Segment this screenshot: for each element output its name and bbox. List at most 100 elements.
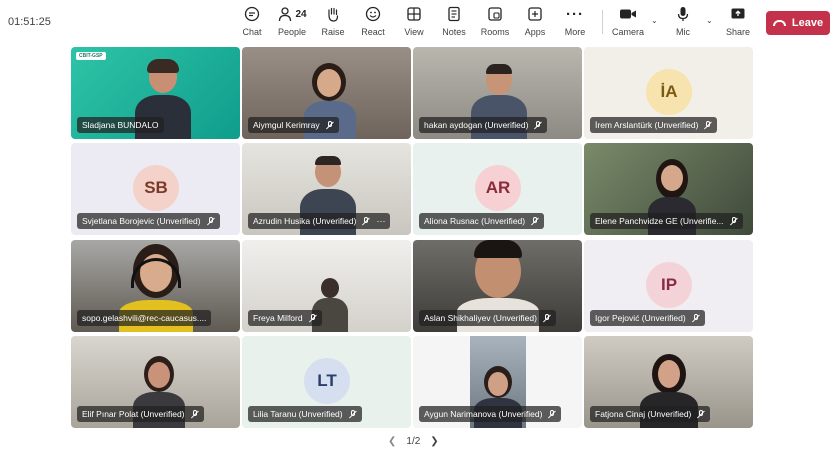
muted-mic-icon (531, 216, 539, 226)
participant-name-tag: hakan aydogan (Unverified) (419, 117, 548, 133)
participant-tile[interactable]: hakan aydogan (Unverified) (413, 47, 582, 139)
raise-hand-button[interactable]: Raise (313, 4, 353, 42)
participant-avatar: AR (475, 165, 521, 211)
muted-mic-icon (692, 313, 700, 323)
notes-label: Notes (442, 27, 466, 37)
participant-name-tag: Freya Milford (248, 310, 322, 326)
apps-plus-icon (527, 4, 543, 24)
participant-name-tag: Elene Panchvidze GE (Unverifie... (590, 213, 743, 229)
participant-tile[interactable]: Fatjona Cinaj (Unverified) (584, 336, 753, 428)
camera-label: Camera (611, 27, 644, 37)
participant-tile[interactable]: sopo.gelashvili@rec-caucasus.... (71, 240, 240, 332)
chat-button[interactable]: Chat (232, 4, 272, 42)
apps-button[interactable]: Apps (515, 4, 555, 42)
hang-up-phone-icon (772, 20, 786, 26)
microphone-icon (675, 4, 691, 24)
notes-button[interactable]: Notes (434, 4, 474, 42)
participant-name-tag: Igor Pejović (Unverified) (590, 310, 705, 326)
muted-mic-icon (534, 120, 542, 130)
notes-icon (446, 4, 462, 24)
participant-name-tag: Sladjana BUNDALO (77, 117, 164, 133)
participant-name-tag: sopo.gelashvili@rec-caucasus.... (77, 310, 212, 326)
more-dots-icon: ··· (566, 5, 584, 23)
mic-label: Mic (676, 27, 690, 37)
muted-mic-icon (349, 409, 357, 419)
camera-options-chevron-down-icon[interactable]: ⌄ (651, 16, 658, 25)
participant-tile[interactable]: Elif Pınar Polat (Unverified) (71, 336, 240, 428)
participant-tile[interactable]: LT Lilia Taranu (Unverified) (242, 336, 411, 428)
rooms-label: Rooms (480, 27, 510, 37)
participant-tile[interactable]: IP Igor Pejović (Unverified) (584, 240, 753, 332)
participant-name-tag: İrem Arslantürk (Unverified) (590, 117, 718, 133)
participant-tile[interactable]: Azrudin Husika (Unverified) ··· (242, 143, 411, 235)
participant-tile[interactable]: Aygun Narimanova (Unverified) (413, 336, 582, 428)
participant-tile[interactable]: Elene Panchvidze GE (Unverifie... (584, 143, 753, 235)
smiley-icon (365, 4, 381, 24)
muted-mic-icon (362, 216, 370, 226)
grid-view-icon (406, 4, 422, 24)
react-button[interactable]: React (353, 4, 393, 42)
more-button[interactable]: ··· More (555, 4, 595, 42)
participant-tile[interactable]: CBIT-GSP Sladjana BUNDALO (71, 47, 240, 139)
participant-name-tag: Fatjona Cinaj (Unverified) (590, 406, 711, 422)
participant-tile[interactable]: Aslan Shikhaliyev (Unverified) (413, 240, 582, 332)
view-button[interactable]: View (394, 4, 434, 42)
participant-avatar: IP (646, 262, 692, 308)
more-options-icon[interactable]: ··· (376, 216, 385, 226)
share-label: Share (725, 27, 751, 37)
participant-name-tag: Lilia Taranu (Unverified) (248, 406, 362, 422)
share-button[interactable]: Share (718, 4, 758, 42)
people-icon: 24 (277, 4, 307, 24)
gallery-pager: ❮ 1/2 ❯ (388, 436, 439, 447)
muted-mic-icon (326, 120, 334, 130)
participant-name-tag: Aslan Shikhaliyev (Unverified) (419, 310, 556, 326)
muted-mic-icon (548, 409, 556, 419)
camera-icon (619, 4, 637, 24)
chat-label: Chat (242, 27, 262, 37)
participant-tile[interactable]: Aiymgul Kerimray (242, 47, 411, 139)
participant-avatar: SB (133, 165, 179, 211)
rooms-icon (487, 4, 503, 24)
toolbar-divider (602, 10, 603, 34)
participant-name-tag: Aiymgul Kerimray (248, 117, 339, 133)
muted-mic-icon (207, 216, 215, 226)
more-label: More (564, 27, 586, 37)
muted-mic-icon (697, 409, 705, 419)
muted-mic-icon (543, 313, 551, 323)
leave-button[interactable]: Leave (766, 11, 830, 35)
muted-mic-icon (191, 409, 199, 419)
people-label: People (277, 27, 307, 37)
previous-page-chevron-left-icon[interactable]: ❮ (388, 436, 396, 447)
react-label: React (361, 27, 385, 37)
participant-tile[interactable]: SB Svjetlana Borojevic (Unverified) (71, 143, 240, 235)
participant-tile[interactable]: AR Aliona Rusnac (Unverified) (413, 143, 582, 235)
share-screen-icon (730, 4, 746, 24)
participant-tile[interactable]: İA İrem Arslantürk (Unverified) (584, 47, 753, 139)
camera-button[interactable]: Camera (608, 4, 648, 42)
raise-label: Raise (321, 27, 345, 37)
participant-tile[interactable]: Freya Milford (242, 240, 411, 332)
participant-avatar: LT (304, 358, 350, 404)
meeting-toolbar: 01:51:25 Chat 24 People Raise React View (0, 0, 830, 46)
mic-button[interactable]: Mic (663, 4, 703, 42)
people-button[interactable]: 24 People (272, 4, 312, 42)
muted-mic-icon (309, 313, 317, 323)
call-timer: 01:51:25 (8, 16, 51, 28)
organization-logo: CBIT-GSP (76, 52, 106, 60)
page-indicator: 1/2 (406, 436, 421, 447)
muted-mic-icon (704, 120, 712, 130)
mic-options-chevron-down-icon[interactable]: ⌄ (706, 16, 713, 25)
next-page-chevron-right-icon[interactable]: ❯ (430, 436, 438, 447)
participant-name-tag: Azrudin Husika (Unverified) ··· (248, 213, 391, 229)
participant-name-tag: Aliona Rusnac (Unverified) (419, 213, 545, 229)
participant-name-tag: Aygun Narimanova (Unverified) (419, 406, 562, 422)
hand-icon (325, 4, 341, 24)
people-count: 24 (295, 8, 307, 20)
rooms-button[interactable]: Rooms (475, 4, 515, 42)
leave-label: Leave (791, 17, 824, 29)
chat-icon (244, 4, 260, 24)
participant-name-tag: Svjetlana Borojevic (Unverified) (77, 213, 220, 229)
apps-label: Apps (524, 27, 546, 37)
muted-mic-icon (730, 216, 738, 226)
participant-avatar: İA (646, 69, 692, 115)
